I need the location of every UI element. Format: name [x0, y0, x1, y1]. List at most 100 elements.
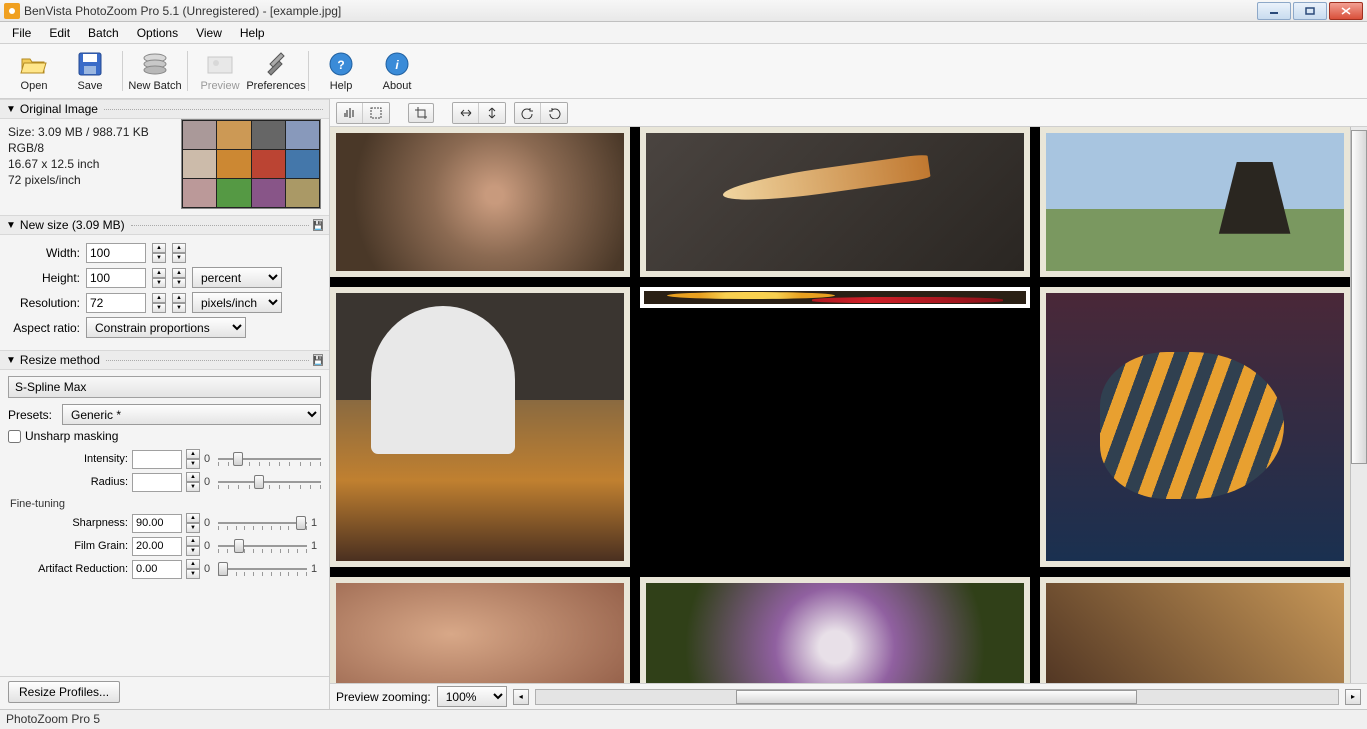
width-spinner-2[interactable]: ▲▼ [172, 243, 186, 263]
folder-open-icon [20, 50, 48, 78]
intensity-slider[interactable] [218, 451, 321, 467]
vertical-scrollbar[interactable] [1350, 127, 1367, 683]
toolbar: Open Save New Batch Preview Preferences … [0, 44, 1367, 99]
collapse-icon: ▼ [6, 355, 16, 366]
resolution-input[interactable] [86, 293, 146, 313]
res-spinner[interactable]: ▲▼ [152, 293, 166, 313]
radius-input[interactable] [132, 473, 182, 492]
height-spinner[interactable]: ▲▼ [152, 268, 166, 288]
width-spinner[interactable]: ▲▼ [152, 243, 166, 263]
maximize-button[interactable] [1293, 2, 1327, 20]
presets-label: Presets: [8, 408, 56, 422]
minimize-button[interactable] [1257, 2, 1291, 20]
save-icon [76, 50, 104, 78]
image-tile [1040, 287, 1350, 567]
flip-v-tool[interactable] [479, 103, 505, 123]
artifact-input[interactable] [132, 560, 182, 579]
zoom-select[interactable]: 100% [437, 686, 507, 707]
original-image-header[interactable]: ▼ Original Image [0, 99, 329, 119]
new-batch-button[interactable]: New Batch [127, 46, 183, 96]
flip-h-tool[interactable] [453, 103, 479, 123]
size-unit-select[interactable]: percent [192, 267, 282, 288]
save-button[interactable]: Save [62, 46, 118, 96]
pan-tool[interactable] [337, 103, 363, 123]
aspect-select[interactable]: Constrain proportions [86, 317, 246, 338]
about-button[interactable]: i About [369, 46, 425, 96]
radius-spinner[interactable]: ▲▼ [186, 472, 200, 492]
menu-help[interactable]: Help [232, 24, 273, 42]
presets-select[interactable]: Generic * [62, 404, 321, 425]
tools-icon [262, 50, 290, 78]
width-input[interactable] [86, 243, 146, 263]
app-icon [4, 3, 20, 19]
section-save-icon[interactable]: 💾 [313, 354, 323, 366]
resize-profiles-button[interactable]: Resize Profiles... [8, 681, 120, 703]
menu-batch[interactable]: Batch [80, 24, 127, 42]
intensity-label: Intensity: [8, 453, 128, 465]
preview-toolbar [330, 99, 1367, 127]
radius-label: Radius: [8, 476, 128, 488]
sharpness-input[interactable] [132, 514, 182, 533]
rotate-cw-tool[interactable] [541, 103, 567, 123]
grain-spinner[interactable]: ▲▼ [186, 536, 200, 556]
height-spinner-2[interactable]: ▲▼ [172, 268, 186, 288]
collapse-icon: ▼ [6, 104, 16, 115]
open-button[interactable]: Open [6, 46, 62, 96]
aspect-label: Aspect ratio: [8, 321, 80, 335]
original-thumbnail[interactable] [181, 119, 321, 209]
rotate-ccw-tool[interactable] [515, 103, 541, 123]
unsharp-checkbox[interactable] [8, 430, 21, 443]
new-size-header[interactable]: ▼ New size (3.09 MB) 💾 [0, 215, 329, 235]
width-label: Width: [8, 246, 80, 260]
res-spinner-2[interactable]: ▲▼ [172, 293, 186, 313]
preferences-button[interactable]: Preferences [248, 46, 304, 96]
close-button[interactable] [1329, 2, 1363, 20]
grain-input[interactable] [132, 537, 182, 556]
menu-edit[interactable]: Edit [41, 24, 78, 42]
grain-label: Film Grain: [8, 540, 128, 552]
scroll-right-button[interactable]: ▸ [1345, 689, 1361, 705]
section-save-icon[interactable]: 💾 [313, 219, 323, 231]
image-tile [640, 577, 1030, 683]
res-unit-select[interactable]: pixels/inch [192, 292, 282, 313]
artifact-label: Artifact Reduction: [8, 563, 128, 575]
sharpness-slider[interactable] [218, 515, 307, 531]
help-icon: ? [327, 50, 355, 78]
height-input[interactable] [86, 268, 146, 288]
titlebar: BenVista PhotoZoom Pro 5.1 (Unregistered… [0, 0, 1367, 22]
image-tile [1040, 127, 1350, 277]
resize-method-select[interactable]: S-Spline Max [8, 376, 321, 398]
image-tile [640, 127, 1030, 277]
artifact-spinner[interactable]: ▲▼ [186, 559, 200, 579]
batch-icon [141, 50, 169, 78]
resize-method-header[interactable]: ▼ Resize method 💾 [0, 350, 329, 370]
intensity-input[interactable] [132, 450, 182, 469]
sidebar: ▼ Original Image Size: 3.09 MB / 988.71 … [0, 99, 329, 709]
preview-button[interactable]: Preview [192, 46, 248, 96]
menu-view[interactable]: View [188, 24, 230, 42]
sharpness-spinner[interactable]: ▲▼ [186, 513, 200, 533]
statusbar: PhotoZoom Pro 5 [0, 709, 1367, 729]
select-tool[interactable] [363, 103, 389, 123]
intensity-spinner[interactable]: ▲▼ [186, 449, 200, 469]
preview-icon [206, 50, 234, 78]
scroll-left-button[interactable]: ◂ [513, 689, 529, 705]
finetune-label: Fine-tuning [10, 498, 321, 510]
radius-slider[interactable] [218, 474, 321, 490]
status-text: PhotoZoom Pro 5 [6, 712, 100, 726]
toolbar-separator [187, 51, 188, 91]
toolbar-separator [122, 51, 123, 91]
crop-tool[interactable] [408, 103, 434, 123]
height-label: Height: [8, 271, 80, 285]
artifact-slider[interactable] [218, 561, 307, 577]
grain-slider[interactable] [218, 538, 307, 554]
preview-footer: Preview zooming: 100% ◂ ▸ [330, 683, 1367, 709]
collapse-icon: ▼ [6, 220, 16, 231]
menu-file[interactable]: File [4, 24, 39, 42]
menu-options[interactable]: Options [129, 24, 186, 42]
horizontal-scrollbar[interactable] [535, 689, 1339, 705]
image-tile-selected [640, 287, 1030, 308]
help-button[interactable]: ? Help [313, 46, 369, 96]
preview-image[interactable] [330, 127, 1350, 683]
image-tile [330, 577, 630, 683]
